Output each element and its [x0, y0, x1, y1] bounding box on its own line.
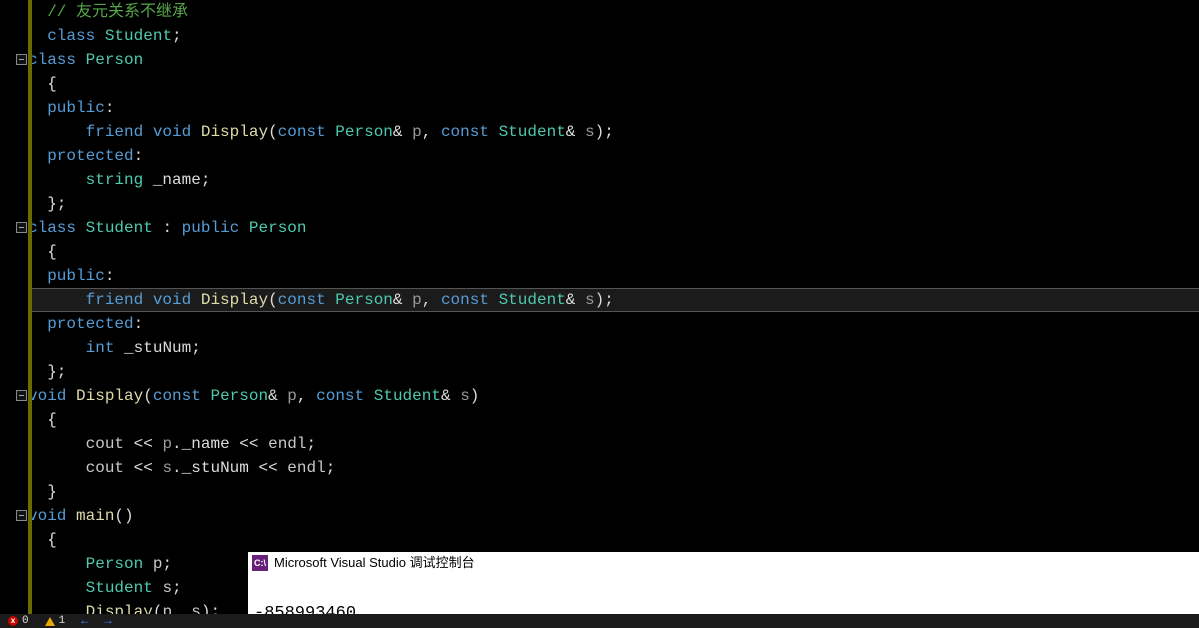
nav-back[interactable]: ←	[73, 614, 96, 628]
code-line[interactable]: {	[28, 408, 1199, 432]
code-line[interactable]: cout << p._name << endl;	[28, 432, 1199, 456]
code-line[interactable]: // 友元关系不继承	[28, 0, 1199, 24]
code-line[interactable]: }	[28, 480, 1199, 504]
code-line[interactable]: };	[28, 192, 1199, 216]
status-errors[interactable]: x 0	[0, 614, 37, 628]
code-line[interactable]: cout << s._stuNum << endl;	[28, 456, 1199, 480]
nav-forward[interactable]: →	[96, 614, 119, 628]
fold-toggle[interactable]	[16, 390, 27, 401]
error-count: 0	[22, 615, 29, 627]
warning-count: 1	[59, 615, 66, 627]
code-line[interactable]: string _name;	[28, 168, 1199, 192]
error-icon: x	[8, 616, 18, 626]
code-line[interactable]: {	[28, 528, 1199, 552]
fold-toggle[interactable]	[16, 510, 27, 521]
code-line[interactable]: protected:	[28, 144, 1199, 168]
code-line-active[interactable]: friend void Display(const Person& p, con…	[28, 288, 1199, 312]
code-line[interactable]: friend void Display(const Person& p, con…	[28, 120, 1199, 144]
code-line[interactable]: void main()	[28, 504, 1199, 528]
code-line[interactable]: public:	[28, 264, 1199, 288]
code-line[interactable]: void Display(const Person& p, const Stud…	[28, 384, 1199, 408]
code-line[interactable]: class Person	[28, 48, 1199, 72]
code-line[interactable]: class Student : public Person	[28, 216, 1199, 240]
editor-gutter	[0, 0, 28, 614]
arrow-left-icon: ←	[81, 614, 88, 628]
code-line[interactable]: public:	[28, 96, 1199, 120]
status-bar[interactable]: x 0 1 ← →	[0, 614, 1199, 628]
console-title-text: Microsoft Visual Studio 调试控制台	[274, 552, 475, 574]
warning-icon	[45, 617, 55, 626]
code-line[interactable]: };	[28, 360, 1199, 384]
code-line[interactable]: int _stuNum;	[28, 336, 1199, 360]
code-line[interactable]: {	[28, 240, 1199, 264]
vs-icon: C:\	[252, 555, 268, 571]
console-titlebar[interactable]: C:\ Microsoft Visual Studio 调试控制台	[248, 552, 1199, 574]
fold-toggle[interactable]	[16, 54, 27, 65]
fold-toggle[interactable]	[16, 222, 27, 233]
code-line[interactable]: class Student;	[28, 24, 1199, 48]
status-warnings[interactable]: 1	[37, 614, 74, 628]
code-area[interactable]: // 友元关系不继承 class Student; class Person {…	[28, 0, 1199, 624]
code-line[interactable]: protected:	[28, 312, 1199, 336]
arrow-right-icon: →	[104, 614, 111, 628]
code-line[interactable]: {	[28, 72, 1199, 96]
code-editor[interactable]: // 友元关系不继承 class Student; class Person {…	[0, 0, 1199, 614]
